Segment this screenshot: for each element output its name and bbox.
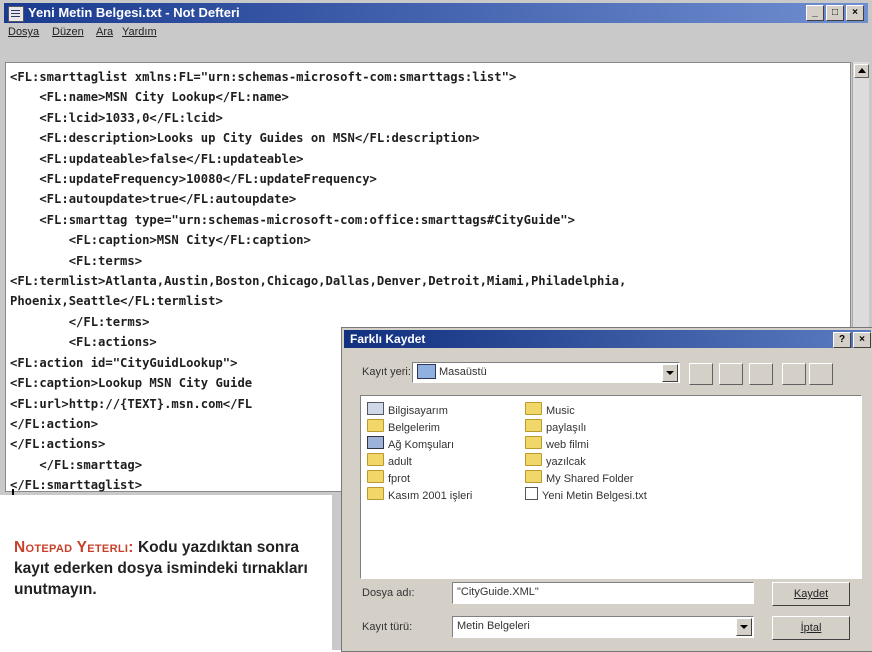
file-list[interactable]: Bilgisayarım Belgelerim Ağ Komşuları adu… — [360, 395, 862, 579]
menu-search[interactable]: Ara — [96, 26, 113, 38]
list-item[interactable]: Bilgisayarım — [367, 402, 448, 418]
folder-icon — [367, 470, 384, 483]
back-button[interactable] — [689, 363, 713, 385]
list-item[interactable]: Kasım 2001 işleri — [367, 487, 472, 503]
code-line: <FL:terms> — [10, 253, 143, 268]
code-line: Phoenix,Seattle</FL:termlist> — [10, 294, 223, 309]
maximize-button[interactable]: □ — [826, 5, 844, 21]
dialog-close-button[interactable]: × — [853, 332, 871, 348]
menu-file[interactable]: Dosya — [8, 26, 39, 38]
view-list-button[interactable] — [782, 363, 806, 385]
up-folder-button[interactable] — [719, 363, 743, 385]
menu-edit[interactable]: Düzen — [52, 26, 84, 38]
new-folder-button[interactable] — [749, 363, 773, 385]
window-title: Yeni Metin Belgesi.txt - Not Defteri — [28, 5, 240, 20]
folder-icon — [525, 453, 542, 466]
list-item[interactable]: paylaşılı — [525, 419, 586, 435]
list-item[interactable]: Ağ Komşuları — [367, 436, 454, 452]
code-line: <FL:termlist>Atlanta,Austin,Boston,Chica… — [10, 274, 627, 289]
close-button[interactable]: × — [846, 5, 864, 21]
menu-bar: Dosya Düzen Ara Yardım — [4, 24, 868, 42]
dialog-title-bar[interactable]: Farklı Kaydet ? × — [344, 330, 871, 348]
dialog-title: Farklı Kaydet — [350, 332, 426, 346]
notepad-title-bar[interactable]: Yeni Metin Belgesi.txt - Not Defteri _ □… — [4, 3, 868, 23]
folder-icon — [367, 419, 384, 432]
filename-value: "CityGuide.XML" — [457, 586, 539, 598]
help-button[interactable]: ? — [833, 332, 851, 348]
code-line: <FL:lcid>1033,0</FL:lcid> — [10, 110, 223, 125]
list-item[interactable]: fprot — [367, 470, 410, 486]
caption-box: Notepad Yeterli: Kodu yazdıktan sonra ka… — [0, 495, 332, 650]
folder-icon — [367, 453, 384, 466]
list-item[interactable]: web filmi — [525, 436, 589, 452]
location-label: Kayıt yeri: — [362, 366, 411, 378]
desktop-icon — [417, 364, 436, 379]
list-item[interactable]: Belgelerim — [367, 419, 440, 435]
code-line: <FL:updateFrequency>10080</FL:updateFreq… — [10, 172, 377, 187]
filetype-select[interactable]: Metin Belgeleri — [452, 616, 754, 638]
location-value: Masaüstü — [439, 366, 487, 378]
code-line: <FL:name>MSN City Lookup</FL:name> — [10, 90, 289, 105]
filetype-value: Metin Belgeleri — [457, 620, 530, 632]
folder-icon — [367, 487, 384, 500]
code-line: <FL:updateable>false</FL:updateable> — [10, 151, 304, 166]
code-line: <FL:autoupdate>true</FL:autoupdate> — [10, 192, 297, 207]
list-item[interactable]: Music — [525, 402, 575, 418]
list-item[interactable]: yazılcak — [525, 453, 586, 469]
folder-icon — [525, 402, 542, 415]
folder-icon — [525, 470, 542, 483]
caption-highlight: Notepad Yeterli: — [14, 539, 134, 556]
network-icon — [367, 436, 384, 449]
save-button[interactable]: Kaydet — [772, 582, 850, 606]
code-line: <FL:smarttag type="urn:schemas-microsoft… — [10, 212, 575, 227]
folder-icon — [525, 436, 542, 449]
code-line: <FL:smarttaglist xmlns:FL="urn:schemas-m… — [10, 70, 517, 84]
filetype-label: Kayıt türü: — [362, 621, 413, 633]
computer-icon — [367, 402, 384, 415]
filename-label: Dosya adı: — [362, 587, 415, 599]
caption-text: Notepad Yeterli: Kodu yazdıktan sonra ka… — [14, 537, 314, 600]
cancel-button[interactable]: İptal — [772, 616, 850, 640]
scroll-up-icon[interactable] — [854, 64, 869, 78]
view-details-button[interactable] — [809, 363, 833, 385]
list-item[interactable]: My Shared Folder — [525, 470, 633, 486]
location-select[interactable]: Masaüstü — [412, 362, 680, 383]
filename-input[interactable]: "CityGuide.XML" — [452, 582, 754, 604]
save-as-dialog: Farklı Kaydet ? × Kayıt yeri: Masaüstü B… — [341, 327, 872, 652]
folder-icon — [525, 419, 542, 432]
list-item[interactable]: adult — [367, 453, 412, 469]
chevron-down-icon[interactable] — [662, 364, 678, 382]
text-file-icon — [525, 487, 538, 500]
chevron-down-icon[interactable] — [736, 618, 752, 636]
code-line: <FL:description>Looks up City Guides on … — [10, 131, 480, 146]
menu-help[interactable]: Yardım — [122, 26, 157, 38]
minimize-button[interactable]: _ — [806, 5, 824, 21]
code-line: <FL:caption>MSN City</FL:caption> — [10, 233, 311, 248]
notepad-icon — [8, 6, 24, 22]
list-item[interactable]: Yeni Metin Belgesi.txt — [525, 487, 647, 503]
